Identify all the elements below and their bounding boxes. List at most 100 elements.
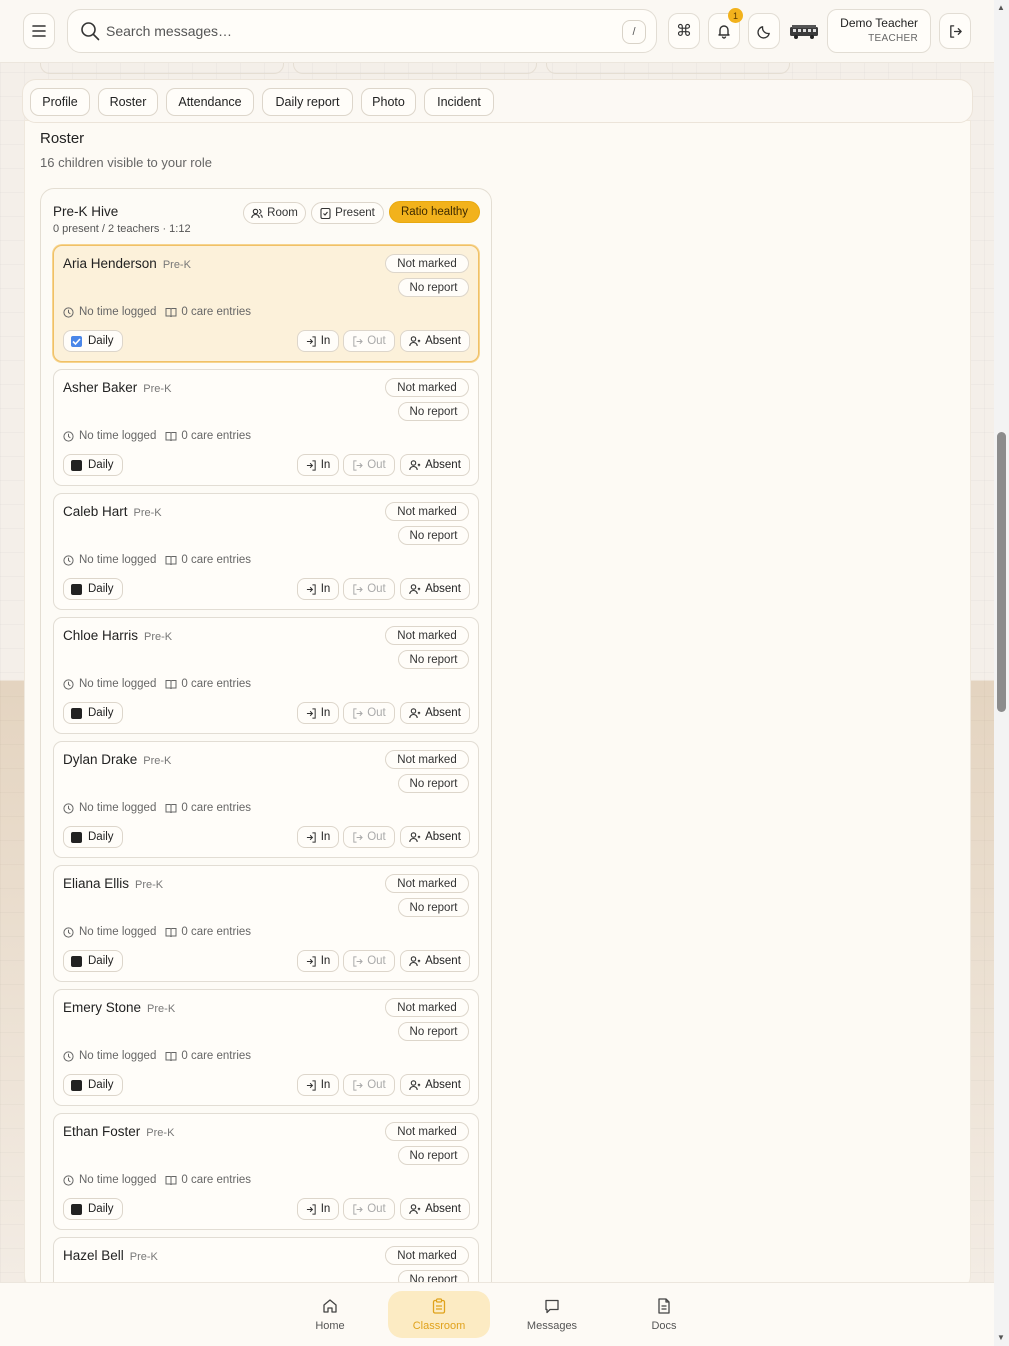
child-card[interactable]: Ethan Foster Pre-K Not marked No report No t…	[53, 1113, 479, 1230]
mark-absent-button[interactable]: Absent	[400, 950, 470, 972]
theme-toggle-button[interactable]	[748, 13, 780, 49]
clipboard-check-icon	[320, 207, 331, 219]
check-in-label: In	[320, 1079, 331, 1091]
nav-docs[interactable]: Docs	[613, 1291, 715, 1338]
child-card[interactable]: Chloe Harris Pre-K Not marked No report No t…	[53, 617, 479, 734]
clock-icon	[63, 678, 74, 690]
user-menu[interactable]: Demo Teacher TEACHER	[827, 9, 931, 53]
command-palette-button[interactable]: ⌘	[668, 13, 700, 49]
check-out-button[interactable]: Out	[343, 454, 395, 476]
sign-in-icon	[306, 831, 316, 843]
sign-out-icon	[353, 831, 364, 843]
scrollbar[interactable]: ▲ ▼	[994, 0, 1009, 1346]
child-activity-summary: No time logged 0 care entries	[63, 802, 251, 814]
child-card[interactable]: Asher Baker Pre-K Not marked No report No ti…	[53, 369, 479, 486]
daily-checkbox[interactable]: Daily	[63, 330, 123, 352]
check-out-label: Out	[367, 955, 386, 967]
nav-home[interactable]: Home	[279, 1291, 381, 1338]
daily-checkbox[interactable]: Daily	[63, 454, 123, 476]
mark-absent-label: Absent	[425, 955, 461, 967]
mark-absent-button[interactable]: Absent	[400, 1074, 470, 1096]
check-out-button[interactable]: Out	[343, 826, 395, 848]
check-out-button[interactable]: Out	[343, 950, 395, 972]
child-name-row: Eliana Ellis Pre-K	[63, 876, 163, 891]
book-icon	[165, 803, 177, 813]
logout-icon	[949, 24, 962, 38]
user-x-icon	[409, 1079, 421, 1090]
daily-checkbox[interactable]: Daily	[63, 578, 123, 600]
check-icon	[72, 337, 81, 345]
child-card[interactable]: Aria Henderson Pre-K Not marked No report No…	[53, 245, 479, 362]
room-filter-button[interactable]: Room	[243, 202, 306, 224]
care-entries: 0 care entries	[181, 802, 252, 814]
check-in-button[interactable]: In	[297, 1198, 339, 1220]
check-out-button[interactable]: Out	[343, 330, 395, 352]
mark-absent-label: Absent	[425, 1079, 461, 1091]
home-icon	[323, 1298, 337, 1313]
time-logged: No time logged	[79, 1174, 157, 1186]
daily-checkbox[interactable]: Daily	[63, 702, 123, 724]
sign-in-icon	[306, 583, 316, 595]
child-name: Chloe Harris	[63, 628, 139, 643]
report-status-badge: No report	[398, 278, 469, 297]
check-in-button[interactable]: In	[297, 702, 339, 724]
check-out-label: Out	[367, 335, 386, 347]
checkbox-box	[71, 1079, 82, 1091]
daily-label: Daily	[88, 831, 114, 843]
mark-absent-button[interactable]: Absent	[400, 826, 470, 848]
tab-roster[interactable]: Roster	[98, 88, 158, 116]
daily-checkbox[interactable]: Daily	[63, 950, 123, 972]
child-card[interactable]: Caleb Hart Pre-K Not marked No report No tim…	[53, 493, 479, 610]
mark-absent-button[interactable]: Absent	[400, 578, 470, 600]
roster-title: Roster	[40, 130, 85, 147]
users-icon	[251, 208, 263, 218]
child-card[interactable]: Dylan Drake Pre-K Not marked No report No ti…	[53, 741, 479, 858]
mark-absent-button[interactable]: Absent	[400, 1198, 470, 1220]
child-card[interactable]: Emery Stone Pre-K Not marked No report No ti…	[53, 989, 479, 1106]
check-in-button[interactable]: In	[297, 578, 339, 600]
daily-label: Daily	[88, 955, 114, 967]
present-filter-button[interactable]: Present	[311, 202, 384, 224]
nav-classroom[interactable]: Classroom	[388, 1291, 490, 1338]
message-icon	[545, 1299, 559, 1313]
search-input[interactable]	[106, 23, 606, 39]
clock-icon	[63, 926, 74, 938]
tab-profile[interactable]: Profile	[30, 88, 90, 116]
scroll-up-arrow-icon[interactable]: ▲	[997, 3, 1005, 12]
report-status-badge: No report	[398, 898, 469, 917]
mark-absent-button[interactable]: Absent	[400, 454, 470, 476]
menu-button[interactable]	[23, 13, 55, 49]
care-entries: 0 care entries	[181, 1050, 252, 1062]
notifications-button[interactable]: 1	[708, 8, 743, 49]
check-out-button[interactable]: Out	[343, 578, 395, 600]
check-out-button[interactable]: Out	[343, 1074, 395, 1096]
nav-messages[interactable]: Messages	[501, 1291, 603, 1338]
tab-incident[interactable]: Incident	[424, 88, 494, 116]
child-card[interactable]: Eliana Ellis Pre-K Not marked No report No t…	[53, 865, 479, 982]
attendance-status-badge: Not marked	[385, 1246, 469, 1265]
scrollbar-thumb[interactable]	[997, 432, 1006, 712]
check-in-button[interactable]: In	[297, 1074, 339, 1096]
daily-checkbox[interactable]: Daily	[63, 1074, 123, 1096]
mark-absent-button[interactable]: Absent	[400, 702, 470, 724]
tab-photo[interactable]: Photo	[361, 88, 416, 116]
checkbox-box	[71, 955, 82, 967]
check-in-button[interactable]: In	[297, 330, 339, 352]
check-in-button[interactable]: In	[297, 826, 339, 848]
check-in-button[interactable]: In	[297, 950, 339, 972]
daily-checkbox[interactable]: Daily	[63, 1198, 123, 1220]
sign-out-icon	[353, 955, 364, 967]
time-logged: No time logged	[79, 554, 157, 566]
tab-attendance[interactable]: Attendance	[166, 88, 254, 116]
check-in-button[interactable]: In	[297, 454, 339, 476]
hamburger-icon	[32, 25, 46, 37]
daily-checkbox[interactable]: Daily	[63, 826, 123, 848]
logout-button[interactable]	[939, 13, 971, 49]
clock-icon	[63, 802, 74, 814]
scroll-down-arrow-icon[interactable]: ▼	[997, 1333, 1005, 1342]
check-out-button[interactable]: Out	[343, 1198, 395, 1220]
tab-daily-report[interactable]: Daily report	[262, 88, 353, 116]
mark-absent-button[interactable]: Absent	[400, 330, 470, 352]
check-out-button[interactable]: Out	[343, 702, 395, 724]
book-icon	[165, 555, 177, 565]
